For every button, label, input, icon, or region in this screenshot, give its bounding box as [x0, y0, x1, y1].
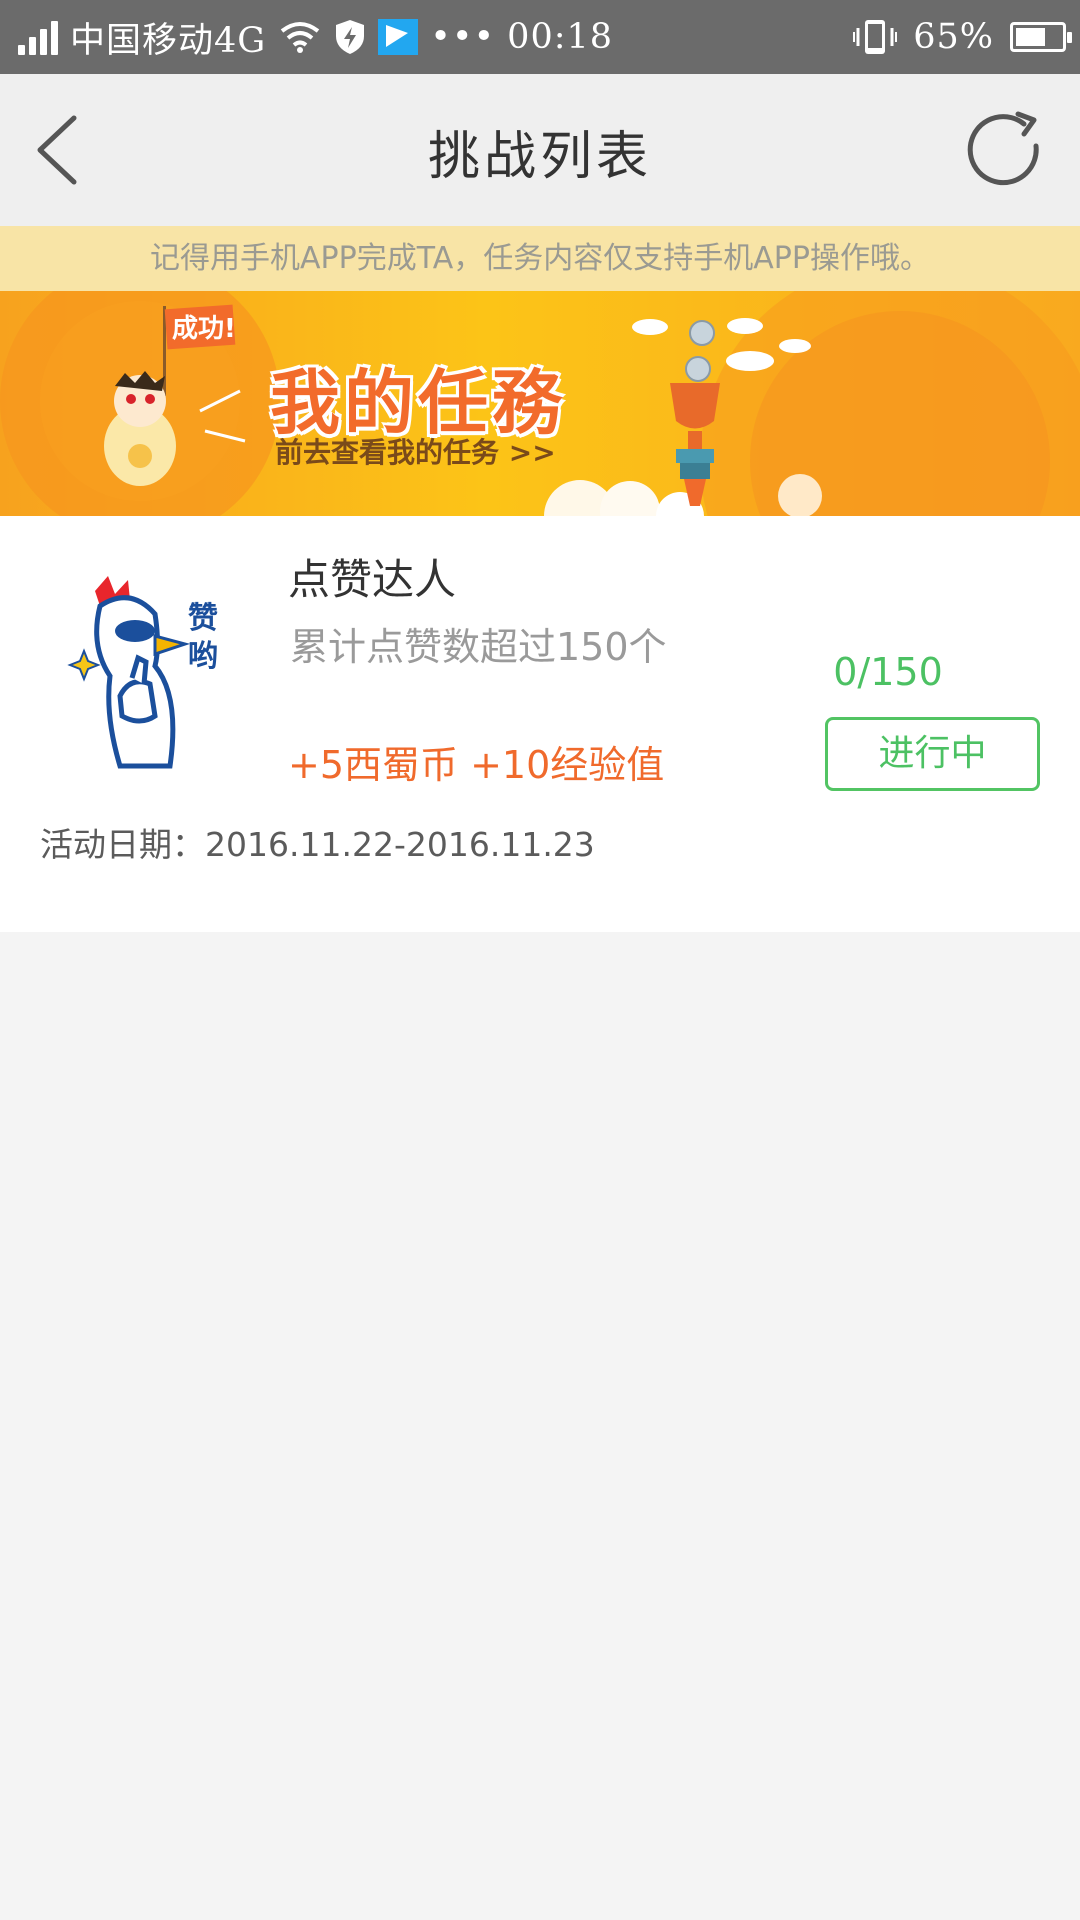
battery-percent: 65% — [913, 17, 994, 57]
task-name: 点赞达人 — [288, 555, 457, 604]
task-card[interactable]: 赞 哟 点赞达人 累计点赞数超过150个 +5西蜀币 +10经验值 0/150 … — [0, 516, 1080, 932]
in-progress-button[interactable]: 进行中 — [825, 717, 1040, 791]
vibrate-icon — [853, 20, 898, 54]
my-tasks-banner[interactable]: 成功! 我的任務 前去查看我的任务 >> — [0, 291, 1080, 516]
battery-icon — [1010, 22, 1072, 52]
svg-text:哟: 哟 — [188, 639, 218, 674]
banner-flag-text: 成功! — [172, 314, 236, 344]
navigation-header: 挑战列表 — [0, 74, 1080, 226]
refresh-icon — [967, 111, 1039, 186]
task-description: 累计点赞数超过150个 — [290, 625, 667, 669]
shield-icon — [336, 20, 365, 54]
task-date-range: 2016.11.22-2016.11.23 — [205, 825, 595, 864]
task-reward: +5西蜀币 +10经验值 — [288, 743, 665, 787]
task-date: 活动日期：2016.11.22-2016.11.23 — [40, 818, 595, 866]
app-only-notice: 记得用手机APP完成TA，任务内容仅支持手机APP操作哦。 — [0, 226, 1080, 291]
banner-subtitle-link[interactable]: 前去查看我的任务 >> — [275, 431, 556, 471]
signal-icon — [18, 19, 58, 55]
more-dots-icon: ••• — [430, 17, 496, 57]
rooster-thumbs-up-logo: 赞 哟 — [67, 576, 218, 769]
carrier-label: 中国移动4G — [70, 20, 267, 61]
status-bar: 中国移动4G ••• 00:18 65% — [0, 0, 1080, 74]
clock: 00:18 — [507, 17, 614, 57]
page-title: 挑战列表 — [427, 127, 652, 187]
task-progress: 0/150 — [833, 650, 943, 694]
status-bar-left: 中国移动4G ••• 00:18 — [18, 0, 613, 74]
wifi-icon — [281, 22, 320, 53]
flag-icon — [378, 19, 419, 55]
status-bar-right: 65% — [853, 0, 1072, 74]
battery-fill — [1016, 28, 1045, 46]
refresh-button[interactable] — [960, 106, 1050, 196]
logo-text: 赞 — [188, 601, 218, 636]
task-date-label: 活动日期： — [40, 825, 205, 864]
